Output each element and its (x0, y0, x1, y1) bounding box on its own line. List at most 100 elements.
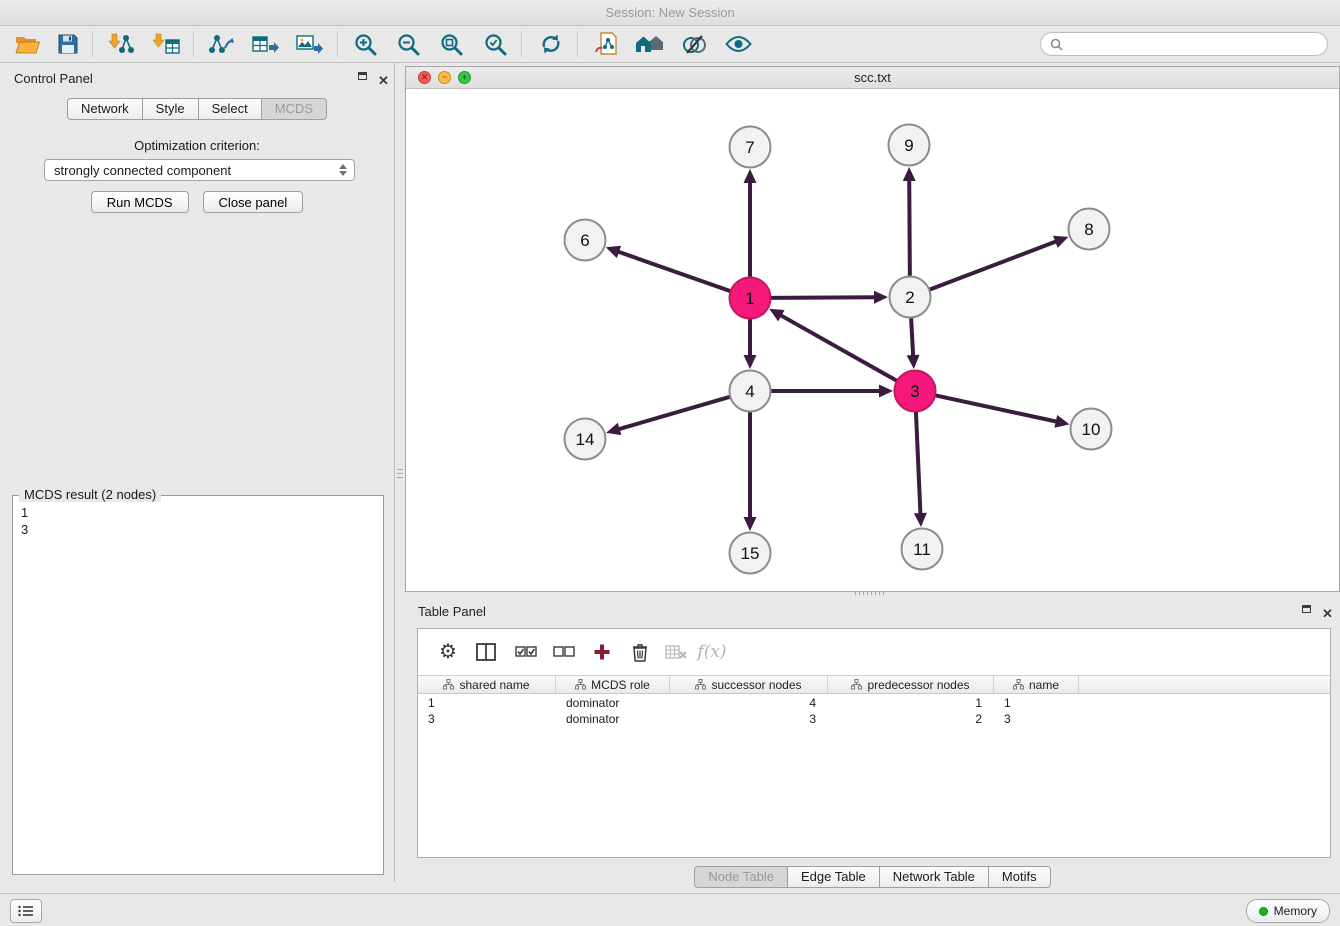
network-node-3[interactable]: 3 (895, 371, 936, 412)
table-row[interactable]: 1dominator411 (418, 695, 1330, 711)
float-table-panel-button[interactable] (1302, 605, 1314, 617)
network-node-8[interactable]: 8 (1069, 209, 1110, 250)
network-node-10[interactable]: 10 (1071, 409, 1112, 450)
zoom-selected-button[interactable] (477, 29, 513, 59)
tab-network[interactable]: Network (67, 98, 142, 120)
import-table-button[interactable] (148, 29, 184, 59)
network-from-selection-button[interactable] (203, 29, 239, 59)
network-edge-4-14[interactable] (606, 397, 730, 435)
network-edge-1-4[interactable] (744, 319, 757, 370)
column-header-name[interactable]: name (994, 676, 1079, 693)
close-control-panel-button[interactable]: ✕ (378, 72, 390, 84)
window-titlebar[interactable]: Session: New Session (0, 0, 1340, 26)
network-node-1[interactable]: 1 (730, 278, 771, 319)
apply-layout-button[interactable] (533, 29, 569, 59)
tab-network-table[interactable]: Network Table (879, 866, 988, 888)
network-graph[interactable]: 7 9 6 8 1 2 4 3 14 10 15 11 (406, 89, 1339, 591)
copy-network-button[interactable] (589, 29, 625, 59)
zoom-out-button[interactable] (390, 29, 426, 59)
network-node-9[interactable]: 9 (889, 125, 930, 166)
network-node-6[interactable]: 6 (565, 220, 606, 261)
save-session-button[interactable] (50, 29, 86, 59)
network-node-4[interactable]: 4 (730, 371, 771, 412)
table-row[interactable]: 3dominator323 (418, 711, 1330, 727)
table-panel-title: Table Panel (418, 604, 486, 619)
toolbar-separator (337, 31, 338, 57)
tab-node-table[interactable]: Node Table (694, 866, 787, 888)
add-column-button[interactable] (586, 637, 618, 667)
network-window-titlebar[interactable]: scc.txt ✕ − + (406, 67, 1339, 89)
show-graphics-details-button[interactable] (720, 29, 756, 59)
network-edge-2-9[interactable] (903, 167, 916, 277)
zoom-window-button[interactable]: + (458, 71, 471, 84)
control-panel: Control Panel ✕ Network Style Select MCD… (0, 63, 395, 882)
network-node-15[interactable]: 15 (730, 533, 771, 574)
control-panel-title: Control Panel (14, 71, 93, 86)
open-folder-icon (15, 34, 41, 55)
network-edge-3-11[interactable] (914, 411, 927, 527)
network-edge-2-3[interactable] (907, 317, 920, 369)
table-settings-button[interactable]: ⚙ (432, 637, 464, 667)
table-cell: 1 (828, 695, 994, 711)
criterion-select[interactable]: strongly connected component (44, 159, 355, 181)
table-panel: Table Panel ✕ ⚙ (405, 596, 1340, 890)
close-panel-button[interactable]: Close panel (203, 191, 304, 213)
column-header-shared-name[interactable]: shared name (418, 676, 556, 693)
tab-edge-table[interactable]: Edge Table (787, 866, 879, 888)
network-edge-1-2[interactable] (770, 291, 888, 304)
zoom-in-icon (354, 33, 377, 56)
style-tools-button[interactable] (676, 29, 712, 59)
export-image-button[interactable] (291, 29, 327, 59)
float-control-panel-button[interactable] (358, 72, 370, 84)
zoom-fit-button[interactable] (433, 29, 469, 59)
memory-status-dot (1259, 907, 1268, 916)
select-chevrons-icon (339, 164, 350, 176)
network-edge-1-7[interactable] (744, 169, 757, 278)
trash-icon (632, 643, 648, 662)
network-edge-4-3[interactable] (771, 385, 894, 398)
network-edge-3-1[interactable] (769, 309, 897, 381)
network-node-14[interactable]: 14 (565, 419, 606, 460)
export-table-button[interactable] (247, 29, 283, 59)
close-window-button[interactable]: ✕ (418, 71, 431, 84)
zoom-in-button[interactable] (347, 29, 383, 59)
column-sort-icon (1013, 679, 1024, 690)
open-session-button[interactable] (10, 29, 46, 59)
run-mcds-button[interactable]: Run MCDS (91, 191, 189, 213)
import-network-button[interactable] (102, 29, 138, 59)
network-canvas[interactable]: 7 9 6 8 1 2 4 3 14 10 15 11 (406, 89, 1339, 591)
mcds-result-line: 1 (21, 504, 375, 521)
column-sort-icon (575, 679, 586, 690)
tab-style[interactable]: Style (142, 98, 198, 120)
network-edge-4-15[interactable] (744, 412, 757, 532)
network-edge-2-8[interactable] (929, 236, 1068, 290)
column-header-MCDS-role[interactable]: MCDS role (556, 676, 670, 693)
task-history-button[interactable] (10, 899, 42, 923)
delete-column-button[interactable] (624, 637, 656, 667)
search-input[interactable] (1069, 36, 1318, 52)
show-columns-button[interactable] (470, 637, 502, 667)
delete-table-button[interactable] (660, 637, 692, 667)
network-node-7[interactable]: 7 (730, 127, 771, 168)
function-builder-button[interactable]: f(x) (696, 637, 728, 667)
tab-select[interactable]: Select (198, 98, 261, 120)
home-button[interactable] (632, 29, 668, 59)
select-all-columns-button[interactable] (510, 637, 542, 667)
column-header-successor-nodes[interactable]: successor nodes (670, 676, 828, 693)
network-edge-3-10[interactable] (935, 395, 1069, 427)
network-node-11[interactable]: 11 (902, 529, 943, 570)
table-cell: 3 (994, 711, 1079, 727)
zoom-fit-icon (440, 33, 463, 56)
network-edge-1-6[interactable] (606, 246, 731, 291)
column-header-label: MCDS role (591, 678, 650, 692)
tab-motifs[interactable]: Motifs (988, 866, 1051, 888)
vertical-splitter[interactable] (397, 458, 403, 488)
search-box[interactable] (1040, 32, 1328, 56)
minimize-window-button[interactable]: − (438, 71, 451, 84)
network-node-2[interactable]: 2 (890, 277, 931, 318)
column-header-predecessor-nodes[interactable]: predecessor nodes (828, 676, 994, 693)
memory-status-button[interactable]: Memory (1246, 899, 1330, 923)
tab-mcds[interactable]: MCDS (261, 98, 327, 120)
deselect-all-columns-button[interactable] (548, 637, 580, 667)
close-table-panel-button[interactable]: ✕ (1322, 605, 1334, 617)
